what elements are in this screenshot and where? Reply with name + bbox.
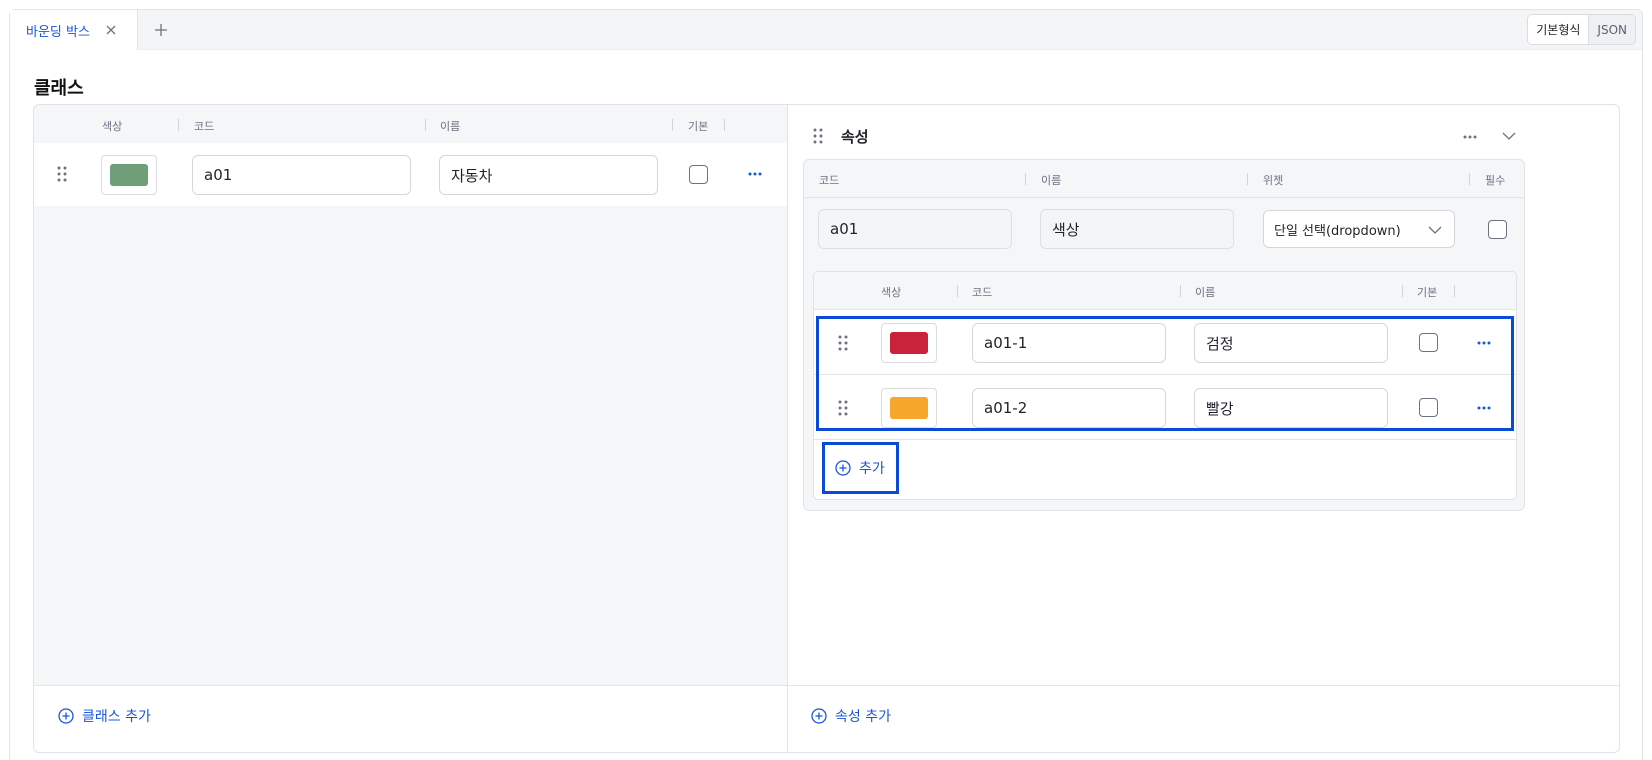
color-swatch bbox=[110, 164, 148, 186]
header-separator bbox=[724, 119, 725, 131]
widget-select[interactable]: 단일 선택(dropdown) bbox=[1263, 210, 1455, 248]
required-checkbox[interactable] bbox=[1488, 220, 1507, 239]
header-separator bbox=[957, 285, 958, 297]
header-color: 색상 bbox=[102, 120, 123, 133]
plus-circle-icon bbox=[835, 460, 851, 476]
tab-label: 바운딩 박스 bbox=[26, 24, 90, 40]
header-default: 기본 bbox=[688, 120, 709, 133]
more-options-icon[interactable] bbox=[1460, 130, 1480, 144]
editor-window: 바운딩 박스 기본형식 JSON 클래스 색상 코드 이름 기본 a01 자동차… bbox=[9, 9, 1643, 760]
header-separator bbox=[1247, 173, 1248, 185]
tab-bounding-box[interactable]: 바운딩 박스 bbox=[10, 10, 138, 50]
drag-handle-icon[interactable] bbox=[55, 165, 69, 183]
plus-circle-icon bbox=[811, 707, 827, 724]
page-title: 클래스 bbox=[34, 78, 84, 99]
header-name: 이름 bbox=[1041, 174, 1062, 187]
header-separator bbox=[178, 119, 179, 131]
add-option-button[interactable]: 추가 bbox=[835, 442, 885, 494]
more-options-icon[interactable] bbox=[745, 167, 765, 181]
attribute-card: 코드 이름 위젯 필수 a01 색상 단일 선택(dropdown) 색상 코드… bbox=[803, 159, 1525, 511]
header-separator bbox=[1469, 173, 1470, 185]
format-json-button[interactable]: JSON bbox=[1589, 15, 1635, 44]
color-swatch-button[interactable] bbox=[101, 155, 157, 195]
header-separator bbox=[1402, 285, 1403, 297]
header-code: 코드 bbox=[819, 174, 840, 187]
option-table-header: 색상 코드 이름 기본 bbox=[814, 272, 1516, 310]
header-color: 색상 bbox=[881, 286, 902, 299]
add-option-label: 추가 bbox=[859, 461, 885, 477]
attribute-title: 속성 bbox=[841, 128, 869, 146]
name-input[interactable]: 자동차 bbox=[439, 155, 658, 195]
header-code: 코드 bbox=[972, 286, 993, 299]
close-icon[interactable] bbox=[100, 19, 122, 41]
header-separator bbox=[672, 119, 673, 131]
add-attribute-button[interactable]: 속성 추가 bbox=[811, 683, 891, 748]
header-code: 코드 bbox=[194, 120, 215, 133]
header-separator bbox=[425, 119, 426, 131]
header-separator bbox=[1025, 173, 1026, 185]
tab-bar: 바운딩 박스 기본형식 JSON bbox=[10, 10, 1642, 50]
class-pane: 색상 코드 이름 기본 a01 자동차 bbox=[34, 105, 787, 685]
header-divider bbox=[804, 197, 1524, 198]
header-separator bbox=[1454, 285, 1455, 297]
chevron-down-icon bbox=[1428, 223, 1442, 238]
attribute-code-input[interactable]: a01 bbox=[818, 209, 1012, 249]
code-input[interactable]: a01 bbox=[192, 155, 411, 195]
header-required: 필수 bbox=[1485, 174, 1506, 187]
default-checkbox[interactable] bbox=[689, 165, 708, 184]
plus-circle-icon bbox=[58, 707, 74, 724]
attribute-pane: 속성 코드 이름 위젯 필수 a01 색상 단일 선택(dropdown) 색상… bbox=[788, 105, 1619, 685]
widget-select-value: 단일 선택(dropdown) bbox=[1274, 223, 1401, 239]
add-class-label: 클래스 추가 bbox=[82, 708, 151, 725]
header-widget: 위젯 bbox=[1263, 174, 1284, 187]
header-name: 이름 bbox=[440, 120, 461, 133]
drag-handle-icon[interactable] bbox=[811, 127, 825, 145]
header-name: 이름 bbox=[1195, 286, 1216, 299]
attribute-name-input[interactable]: 색상 bbox=[1040, 209, 1234, 249]
header-default: 기본 bbox=[1417, 286, 1438, 299]
add-attribute-label: 속성 추가 bbox=[835, 708, 891, 725]
option-table: 색상 코드 이름 기본 a01-1 검정 a01-2 빨강 추가 bbox=[813, 271, 1517, 500]
format-basic-button[interactable]: 기본형식 bbox=[1528, 15, 1590, 44]
chevron-down-icon[interactable] bbox=[1499, 128, 1519, 144]
format-toggle: 기본형식 JSON bbox=[1527, 14, 1636, 45]
class-attribute-panel: 색상 코드 이름 기본 a01 자동차 클래스 추가 속성 코드 이름 위젯 필… bbox=[33, 104, 1620, 753]
header-separator bbox=[1180, 285, 1181, 297]
add-tab-icon[interactable] bbox=[150, 19, 172, 41]
option-rows-highlight bbox=[816, 316, 1514, 431]
add-class-button[interactable]: 클래스 추가 bbox=[58, 683, 151, 748]
table-row: a01 자동차 bbox=[34, 143, 787, 206]
